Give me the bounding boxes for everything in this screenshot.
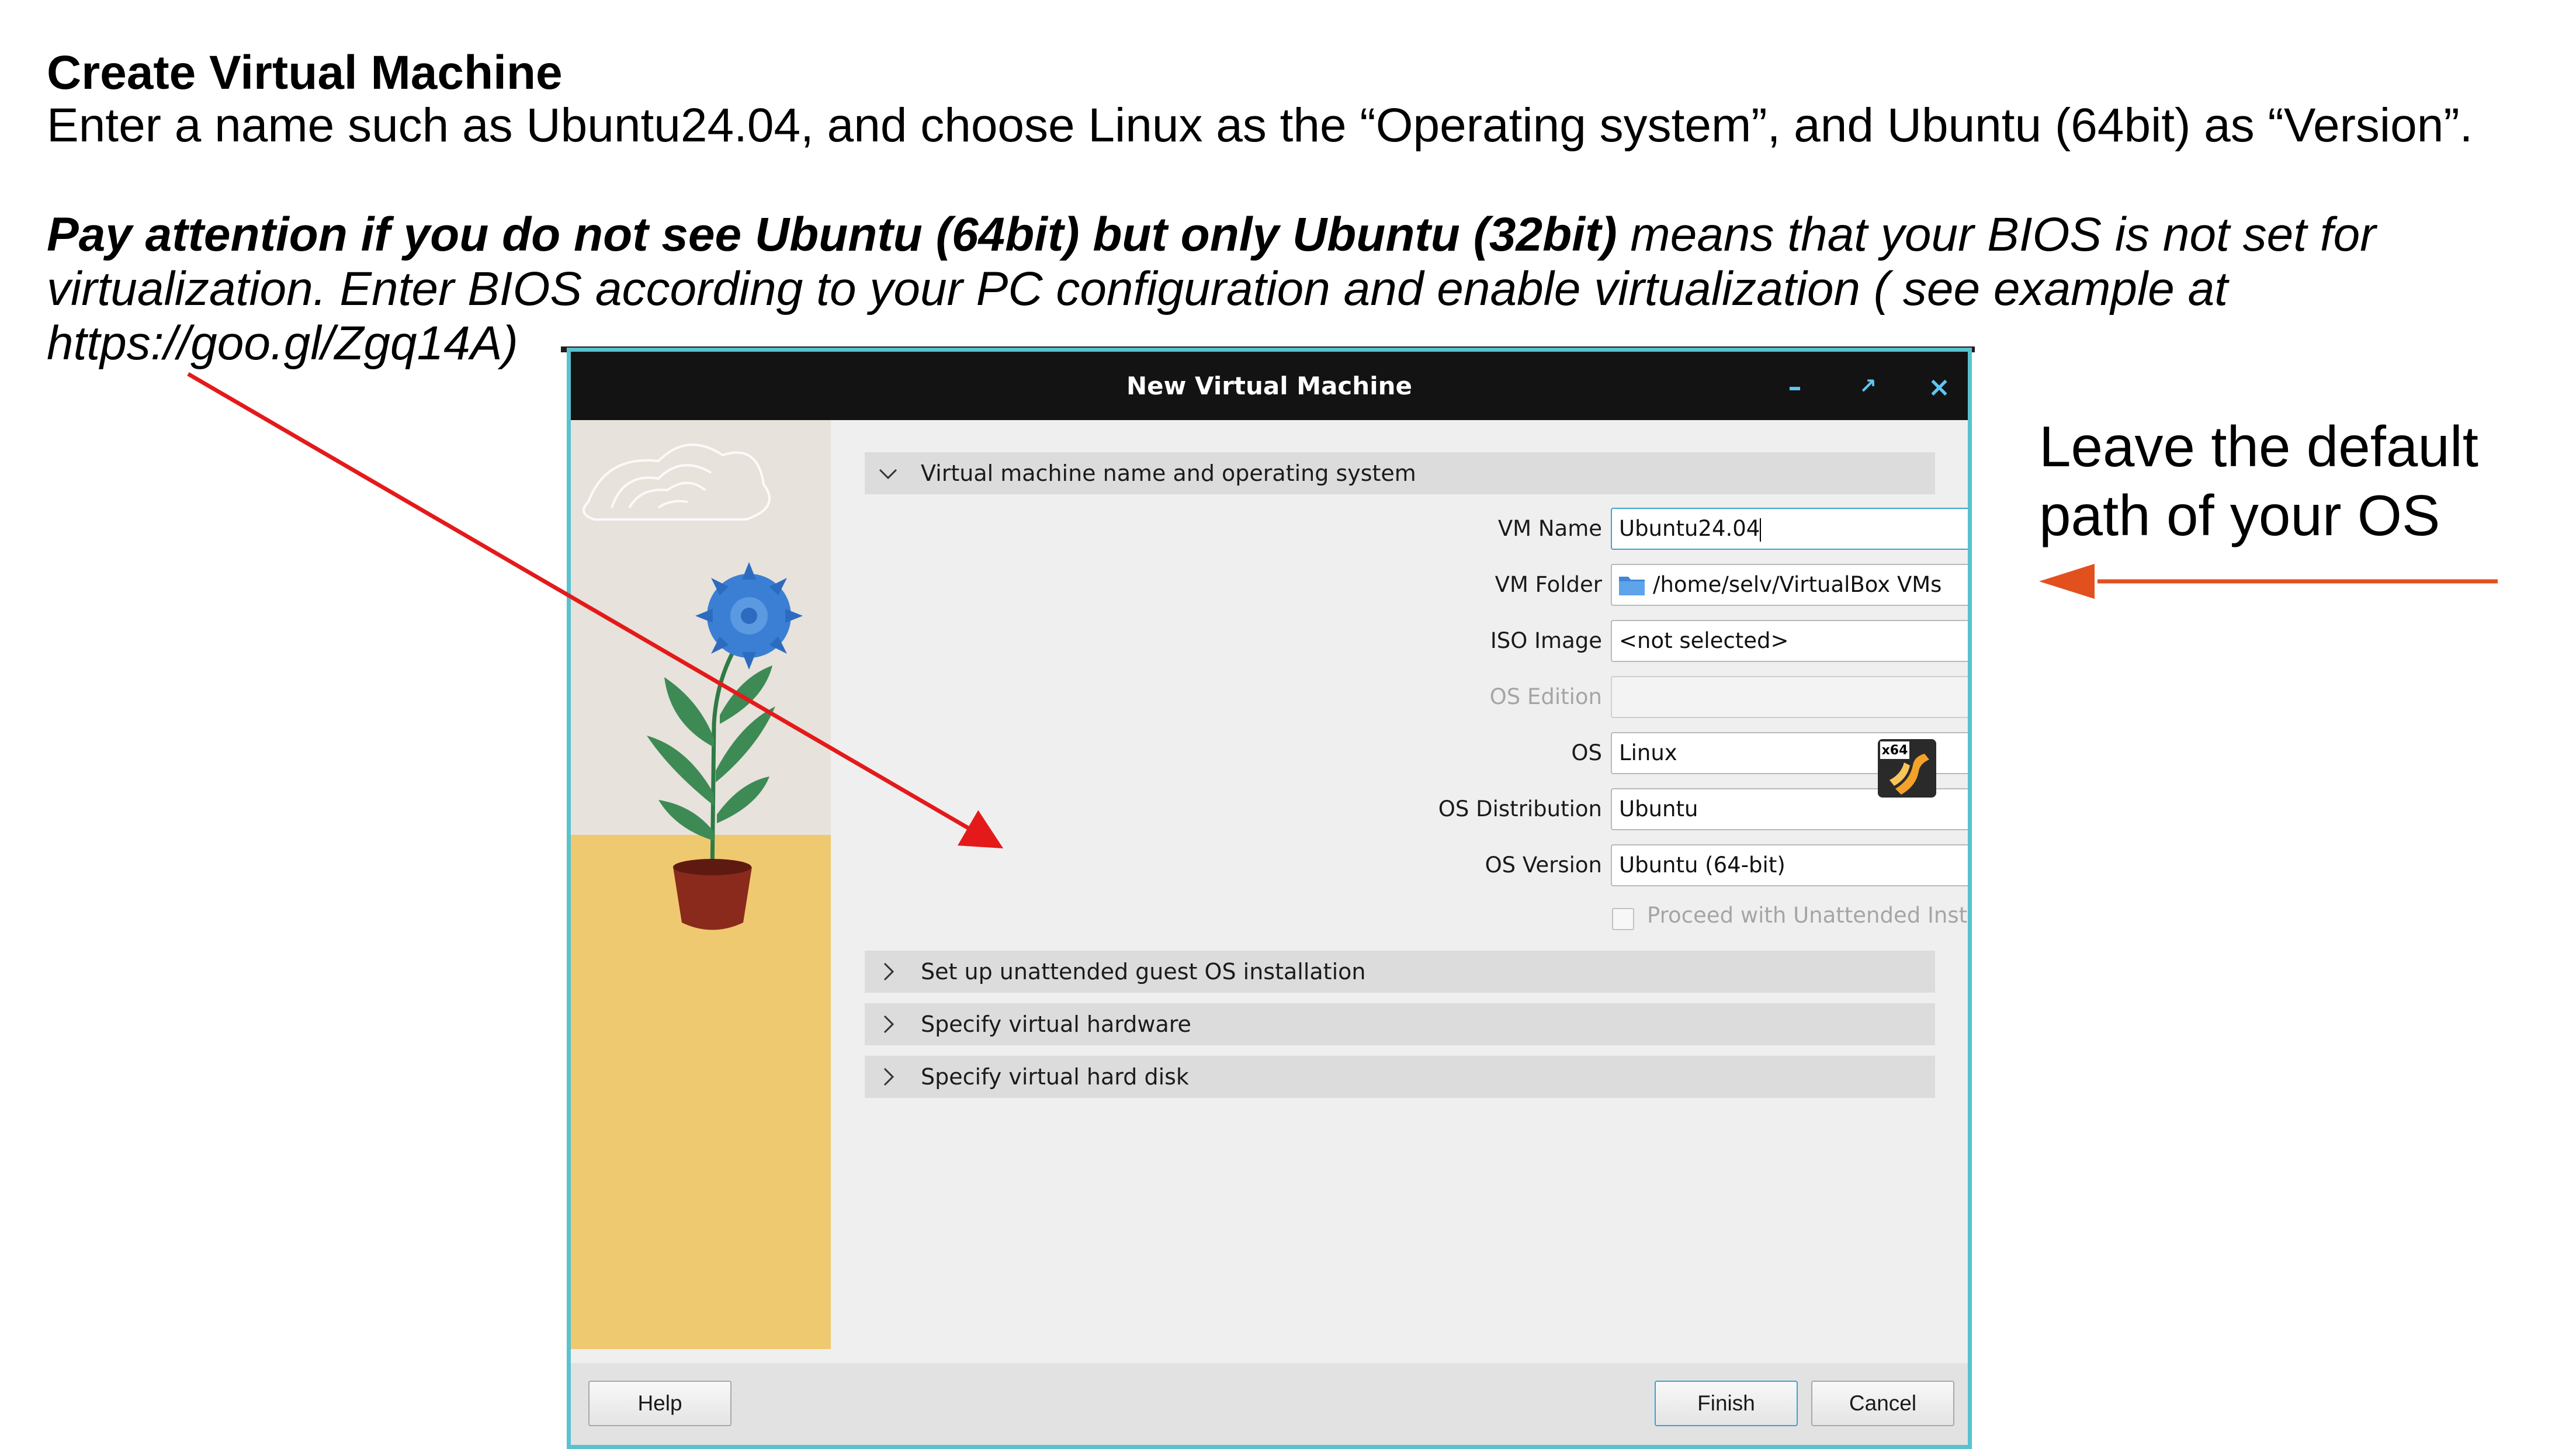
cancel-button[interactable]: Cancel <box>1811 1381 1954 1426</box>
vm-name-label: VM Name <box>1497 516 1602 541</box>
chevron-right-icon <box>883 1015 895 1034</box>
iso-image-value: <not selected> <box>1619 628 1789 653</box>
iso-image-select[interactable]: <not selected> <box>1611 620 1968 662</box>
finish-button[interactable]: Finish <box>1655 1381 1798 1426</box>
minimize-icon[interactable]: – <box>1777 369 1812 404</box>
os-version-label: OS Version <box>1485 852 1602 878</box>
os-version-value: Ubuntu (64-bit) <box>1619 852 1785 878</box>
vm-folder-select[interactable]: /home/selv/VirtualBox VMs <box>1611 564 1968 606</box>
vm-name-input[interactable]: Ubuntu24.04 <box>1611 508 1968 550</box>
os-edition-label: OS Edition <box>1489 684 1602 709</box>
section-name-os[interactable]: Virtual machine name and operating syste… <box>865 452 1935 494</box>
orange-arrow-head <box>2039 564 2095 599</box>
slide-instruction: Enter a name such as Ubuntu24.04, and ch… <box>47 99 2473 152</box>
os-label: OS <box>1571 740 1602 765</box>
iso-image-label: ISO Image <box>1490 628 1602 653</box>
folder-icon <box>1619 577 1645 595</box>
vm-folder-label: VM Folder <box>1495 572 1602 597</box>
section-hard-disk-label: Specify virtual hard disk <box>921 1064 1189 1090</box>
titlebar: New Virtual Machine – ↗ × <box>571 352 1968 420</box>
os-value: Linux <box>1619 740 1677 765</box>
os-badge-text: x64 <box>1882 743 1908 758</box>
section-unattended-label: Set up unattended guest OS installation <box>921 959 1366 985</box>
vm-name-value: Ubuntu24.04 <box>1619 516 1760 541</box>
slide-title: Create Virtual Machine <box>47 46 563 99</box>
section-hardware-label: Specify virtual hardware <box>921 1011 1191 1037</box>
os-distribution-label: OS Distribution <box>1438 796 1602 821</box>
section-unattended[interactable]: Set up unattended guest OS installation <box>865 951 1935 993</box>
os-distribution-value: Ubuntu <box>1619 796 1698 821</box>
chevron-right-icon <box>883 1067 895 1086</box>
chevron-right-icon <box>883 962 895 981</box>
os-edition-select <box>1611 676 1968 718</box>
section-hard-disk[interactable]: Specify virtual hard disk <box>865 1056 1935 1098</box>
side-note: Leave the default path of your OS <box>2039 414 2478 547</box>
form-area: Virtual machine name and operating syste… <box>571 420 1968 1445</box>
help-button[interactable]: Help <box>588 1381 731 1426</box>
unattended-checkbox-label: Proceed with Unattended Installation <box>1647 903 1968 928</box>
new-vm-dialog: New Virtual Machine – ↗ × Virtual machin… <box>567 348 1972 1449</box>
button-bar: Help Finish Cancel <box>571 1363 1968 1445</box>
unattended-checkbox[interactable] <box>1612 908 1634 930</box>
vm-folder-value: /home/selv/VirtualBox VMs <box>1653 572 1942 597</box>
bios-warning-bold: Pay attention if you do not see Ubuntu (… <box>47 208 1617 261</box>
os-type-icon: x64 <box>1878 739 1936 798</box>
os-version-select[interactable]: Ubuntu (64-bit) <box>1611 844 1968 886</box>
maximize-icon[interactable]: ↗ <box>1850 369 1885 404</box>
section-name-os-label: Virtual machine name and operating syste… <box>921 460 1416 486</box>
close-icon[interactable]: × <box>1922 369 1957 404</box>
dialog-title: New Virtual Machine <box>1126 372 1412 400</box>
chevron-down-icon <box>879 469 897 480</box>
section-hardware[interactable]: Specify virtual hardware <box>865 1003 1935 1045</box>
